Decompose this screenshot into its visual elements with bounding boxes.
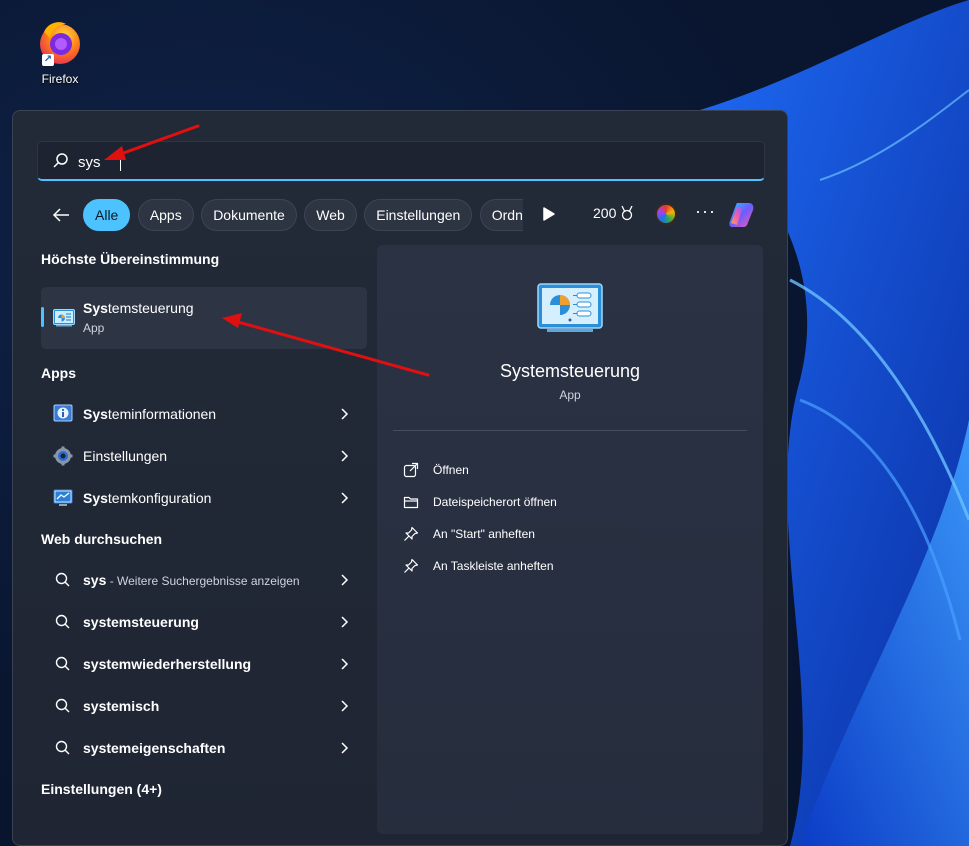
search-box[interactable] — [37, 141, 765, 181]
web-result-systemsteuerung[interactable]: systemsteuerung — [41, 601, 367, 643]
detail-app-type: App — [559, 388, 581, 402]
best-match-heading: Höchste Übereinstimmung — [41, 251, 220, 267]
selection-indicator — [41, 307, 44, 327]
app-result-einstellungen[interactable]: Einstellungen — [41, 435, 367, 477]
web-result-label: systemisch — [83, 698, 160, 714]
best-match-item[interactable]: Systemsteuerung App — [41, 287, 367, 349]
rewards-points-value: 200 — [593, 205, 617, 221]
chevron-right-icon[interactable] — [339, 699, 349, 713]
app-result-label: Systemkonfiguration — [83, 490, 212, 506]
desktop-icon-firefox[interactable]: ↗ Firefox — [30, 18, 90, 86]
web-result-label: systemsteuerung — [83, 614, 199, 630]
open-external-icon — [403, 462, 419, 478]
control-panel-icon — [53, 309, 75, 327]
web-result-label: systemeigenschaften — [83, 740, 226, 756]
app-result-label: Einstellungen — [83, 448, 168, 464]
filter-chip-ordner[interactable]: Ordner — [479, 199, 523, 231]
search-icon — [55, 740, 70, 755]
chevron-right-icon[interactable] — [339, 573, 349, 587]
results-list: Höchste Übereinstimmung Systemsteuerung … — [41, 251, 369, 797]
web-result-systemwiederherstellung[interactable]: systemwiederherstellung — [41, 643, 367, 685]
chevron-right-icon[interactable] — [339, 491, 349, 505]
copilot-icon[interactable] — [727, 201, 757, 229]
search-icon — [55, 656, 70, 671]
web-search-heading: Web durchsuchen — [41, 531, 163, 547]
play-icon[interactable] — [542, 206, 556, 222]
desktop-icon-label: Firefox — [41, 72, 79, 86]
web-result-label: sys - Weitere Suchergebnisse anzeigen — [83, 572, 300, 588]
filter-chip-apps[interactable]: Apps — [137, 199, 194, 231]
user-avatar[interactable] — [655, 203, 677, 225]
firefox-icon: ↗ — [36, 18, 84, 66]
settings-results-heading[interactable]: Einstellungen (4+) — [41, 781, 162, 801]
search-icon — [53, 153, 68, 168]
app-result-systeminformationen[interactable]: Systeminformationen — [41, 393, 367, 435]
pin-icon — [404, 526, 419, 541]
detail-pane: Systemsteuerung App Öffnen Dateispeicher… — [377, 245, 763, 834]
web-result-systemeigenschaften[interactable]: systemeigenschaften — [41, 727, 367, 769]
action-label: Öffnen — [433, 463, 469, 477]
shortcut-arrow-icon: ↗ — [42, 54, 54, 66]
system-info-icon — [53, 404, 73, 422]
web-result-label: systemwiederherstellung — [83, 656, 252, 672]
start-search-panel: Alle Apps Dokumente Web Einstellungen Or… — [12, 110, 788, 846]
chevron-right-icon[interactable] — [339, 741, 349, 755]
app-result-label: Systeminformationen — [83, 406, 217, 422]
filter-chip-alle[interactable]: Alle — [83, 199, 131, 231]
more-options-icon[interactable]: ··· — [695, 201, 716, 222]
pin-icon — [404, 558, 419, 573]
filter-chips: Alle Apps Dokumente Web Einstellungen Or… — [83, 199, 523, 231]
chevron-right-icon[interactable] — [339, 449, 349, 463]
folder-icon — [403, 496, 419, 509]
web-result-sys[interactable]: sys - Weitere Suchergebnisse anzeigen — [41, 559, 367, 601]
rewards-medal-icon — [621, 205, 633, 221]
action-pin-to-start[interactable]: An "Start" anheften — [403, 524, 733, 544]
search-icon — [55, 572, 70, 587]
best-match-name: Systemsteuerung — [83, 300, 194, 316]
detail-app-name: Systemsteuerung — [499, 361, 641, 381]
settings-gear-icon — [53, 446, 73, 466]
action-label: An Taskleiste anheften — [433, 559, 554, 573]
best-match-type: App — [83, 321, 105, 335]
filter-chip-web[interactable]: Web — [304, 199, 357, 231]
rewards-points[interactable]: 200 — [593, 205, 635, 221]
filter-chip-dokumente[interactable]: Dokumente — [201, 199, 297, 231]
search-icon — [55, 614, 70, 629]
app-result-systemkonfiguration[interactable]: Systemkonfiguration — [41, 477, 367, 519]
search-icon — [55, 698, 70, 713]
text-caret — [120, 153, 121, 171]
control-panel-icon — [537, 283, 603, 332]
filter-chip-einstellungen[interactable]: Einstellungen — [364, 199, 473, 231]
filter-bar: Alle Apps Dokumente Web Einstellungen Or… — [37, 197, 777, 233]
back-arrow-icon[interactable] — [51, 205, 71, 225]
chevron-right-icon[interactable] — [339, 407, 349, 421]
web-result-systemisch[interactable]: systemisch — [41, 685, 367, 727]
divider — [393, 430, 747, 431]
action-open[interactable]: Öffnen — [403, 460, 733, 480]
action-label: Dateispeicherort öffnen — [433, 495, 557, 509]
search-input[interactable] — [78, 151, 738, 173]
apps-heading: Apps — [41, 365, 76, 381]
action-pin-to-taskbar[interactable]: An Taskleiste anheften — [403, 556, 733, 576]
system-config-icon — [53, 489, 73, 506]
chevron-right-icon[interactable] — [339, 615, 349, 629]
chevron-right-icon[interactable] — [339, 657, 349, 671]
action-label: An "Start" anheften — [433, 527, 535, 541]
action-open-file-location[interactable]: Dateispeicherort öffnen — [403, 492, 733, 512]
